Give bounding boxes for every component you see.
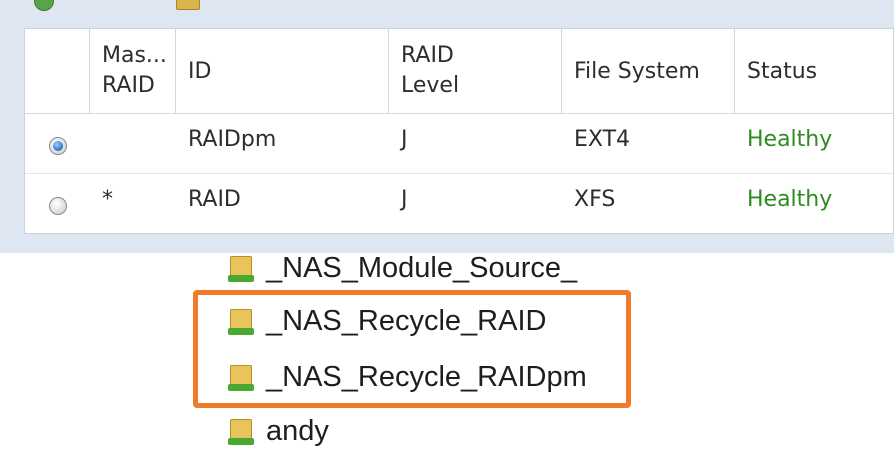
master-raid-cell: [90, 113, 176, 173]
status-cell: Healthy: [747, 187, 833, 212]
file-system-cell: XFS: [574, 187, 616, 212]
column-header-raid-level[interactable]: RAID Level: [389, 29, 562, 113]
raid-level-cell: J: [401, 187, 408, 212]
raid-volume-table: Mas... RAID ID RAID Level File System St…: [24, 28, 894, 234]
table-header: Mas... RAID ID RAID Level File System St…: [25, 29, 893, 114]
column-header-file-system[interactable]: File System: [562, 29, 735, 113]
table-row[interactable]: RAIDpm J EXT4 Healthy: [25, 113, 893, 174]
list-item[interactable]: andy: [228, 411, 329, 451]
select-cell: [25, 173, 90, 233]
table-row[interactable]: * RAID J XFS Healthy: [25, 173, 893, 233]
id-cell: RAIDpm: [188, 127, 277, 152]
list-item[interactable]: _NAS_Module_Source_: [228, 248, 577, 288]
folder-name: _NAS_Module_Source_: [266, 251, 578, 284]
status-cell: Healthy: [747, 127, 833, 152]
select-cell: [25, 113, 90, 173]
shared-folder-icon: [228, 416, 254, 446]
file-system-cell: EXT4: [574, 127, 631, 152]
master-raid-cell: *: [102, 187, 113, 212]
highlight-box: [193, 290, 631, 408]
toolbar: [0, 0, 894, 12]
id-cell: RAID: [188, 187, 241, 212]
folder-name: andy: [266, 414, 329, 447]
raid-management-panel: Mas... RAID ID RAID Level File System St…: [0, 0, 894, 253]
column-header-select: [25, 29, 90, 113]
column-header-master-raid[interactable]: Mas... RAID: [90, 29, 176, 113]
column-header-id[interactable]: ID: [176, 29, 389, 113]
column-header-status[interactable]: Status: [735, 29, 894, 113]
add-icon[interactable]: [34, 0, 54, 11]
raid-level-cell: J: [401, 127, 408, 152]
shared-folder-icon: [228, 253, 254, 283]
row-select-radio[interactable]: [49, 197, 67, 215]
folder-icon[interactable]: [176, 0, 200, 10]
row-select-radio[interactable]: [49, 137, 67, 155]
